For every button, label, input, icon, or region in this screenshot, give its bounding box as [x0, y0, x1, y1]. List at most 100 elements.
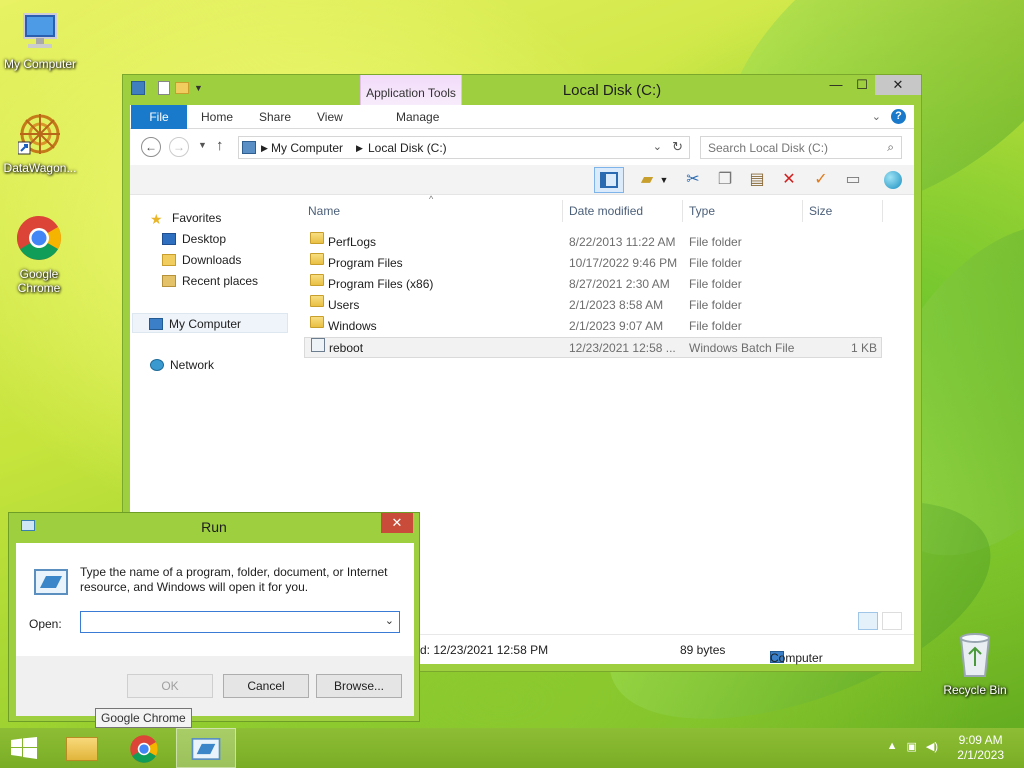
nav-label: Desktop: [182, 232, 227, 246]
file-type: File folder: [689, 256, 742, 270]
taskbar: ▲ ▣ ◀) 9:09 AM 2/1/2023: [0, 728, 1024, 768]
folder-icon: [310, 232, 324, 244]
ok-button[interactable]: OK: [127, 674, 213, 698]
desktop-icon-my-computer[interactable]: My Computer: [0, 10, 80, 71]
run-footer: OK Cancel Browse...: [16, 656, 414, 716]
window-controls: — ☐ ✕: [823, 75, 921, 95]
tab-view[interactable]: View: [317, 105, 343, 129]
chevron-down-icon[interactable]: ⌄: [385, 614, 394, 627]
large-icons-view-button[interactable]: [882, 612, 902, 630]
forward-button[interactable]: →: [169, 137, 189, 157]
file-row[interactable]: Users 2/1/2023 8:58 AM File folder: [304, 295, 882, 316]
open-label: Open:: [29, 617, 62, 631]
file-row-selected[interactable]: reboot 12/23/2021 12:58 ... Windows Batc…: [304, 337, 882, 358]
nav-favorites[interactable]: ★ Favorites: [150, 208, 221, 228]
address-segment-my-computer[interactable]: My Computer: [271, 141, 343, 155]
search-input[interactable]: [701, 137, 871, 158]
tab-manage[interactable]: Manage: [396, 105, 439, 129]
close-button[interactable]: ✕: [875, 75, 921, 95]
open-combobox[interactable]: ⌄: [80, 611, 400, 633]
copy-icon[interactable]: ❐: [714, 169, 736, 191]
nav-network[interactable]: Network: [150, 355, 214, 375]
folder-options-dropdown-icon[interactable]: ▼: [658, 169, 670, 191]
clock[interactable]: 9:09 AM 2/1/2023: [957, 733, 1004, 763]
column-header-size[interactable]: Size: [809, 196, 832, 226]
file-row[interactable]: Windows 2/1/2023 9:07 AM File folder: [304, 316, 882, 337]
preview-pane-button[interactable]: [594, 167, 624, 193]
network-status-icon[interactable]: ▣: [906, 740, 916, 753]
tab-file[interactable]: File: [131, 105, 187, 129]
globe-icon[interactable]: [882, 169, 904, 191]
check-icon[interactable]: ✓: [810, 169, 832, 191]
folder-icon: [310, 274, 324, 286]
desktop-icon-google-chrome[interactable]: Google Chrome: [0, 214, 78, 295]
address-separator-icon[interactable]: ▶: [261, 143, 268, 154]
paste-icon[interactable]: ▤: [746, 169, 768, 191]
details-view-button[interactable]: [858, 612, 878, 630]
maximize-button[interactable]: ☐: [849, 75, 875, 95]
run-close-button[interactable]: ✕: [381, 513, 413, 533]
taskbar-chrome[interactable]: [114, 728, 174, 768]
tab-share[interactable]: Share: [259, 105, 291, 129]
column-separator[interactable]: [802, 200, 803, 222]
refresh-icon[interactable]: ↻: [672, 139, 683, 155]
address-bar[interactable]: ▶ My Computer ▶ Local Disk (C:) ⌄ ↻: [238, 136, 690, 159]
rename-icon[interactable]: ▭: [842, 169, 864, 191]
taskbar-file-explorer[interactable]: [52, 728, 112, 768]
file-date: 12/23/2021 12:58 ...: [569, 341, 676, 355]
nav-label: Downloads: [182, 253, 242, 267]
explorer-titlebar[interactable]: ▼ Local Disk (C:) — ☐ ✕: [123, 75, 921, 105]
run-icon: [191, 738, 221, 760]
address-dropdown-icon[interactable]: ⌄: [653, 140, 662, 153]
nav-downloads[interactable]: Downloads: [162, 250, 241, 270]
start-button[interactable]: [0, 728, 48, 768]
cancel-button[interactable]: Cancel: [223, 674, 309, 698]
computer-icon: [23, 13, 57, 48]
volume-icon[interactable]: ◀): [926, 740, 938, 753]
file-row[interactable]: Program Files (x86) 8/27/2021 2:30 AM Fi…: [304, 274, 882, 295]
file-type: Windows Batch File: [689, 341, 795, 355]
nav-label: Favorites: [172, 211, 222, 225]
column-header-type[interactable]: Type: [689, 196, 715, 226]
file-row[interactable]: Program Files 10/17/2022 9:46 PM File fo…: [304, 253, 882, 274]
column-separator[interactable]: [682, 200, 683, 222]
desktop-icon-recycle-bin[interactable]: Recycle Bin: [935, 632, 1015, 697]
view-buttons: [858, 612, 902, 630]
minimize-button[interactable]: —: [823, 75, 849, 95]
column-separator[interactable]: [562, 200, 563, 222]
file-type: File folder: [689, 319, 742, 333]
column-separator[interactable]: [882, 200, 883, 222]
run-dialog: Run ✕ Type the name of a program, folder…: [8, 512, 420, 722]
application-tools-group: Application Tools: [360, 75, 462, 105]
file-name: Program Files (x86): [328, 277, 434, 291]
search-icon[interactable]: ⌕: [887, 140, 894, 155]
column-header-name[interactable]: Name: [308, 196, 340, 226]
cut-icon[interactable]: ✂: [682, 169, 704, 191]
column-header-date[interactable]: Date modified: [569, 196, 643, 226]
help-icon[interactable]: ?: [891, 109, 906, 124]
file-date: 8/27/2021 2:30 AM: [569, 277, 670, 291]
file-type: File folder: [689, 235, 742, 249]
up-button[interactable]: ↑: [216, 137, 224, 154]
file-explorer-icon: [66, 737, 98, 761]
delete-icon[interactable]: ✕: [778, 169, 800, 191]
nav-my-computer[interactable]: My Computer: [132, 313, 288, 333]
address-separator-icon[interactable]: ▶: [356, 143, 363, 154]
expand-ribbon-icon[interactable]: ⌄: [872, 110, 881, 123]
nav-recent-places[interactable]: Recent places: [162, 271, 258, 291]
recent-locations-icon[interactable]: ▼: [198, 140, 207, 150]
nav-desktop[interactable]: Desktop: [162, 229, 226, 249]
search-box[interactable]: ⌕: [700, 136, 902, 159]
show-hidden-icons-icon[interactable]: ▲: [887, 740, 898, 753]
open-input[interactable]: [81, 612, 371, 632]
taskbar-run[interactable]: [176, 728, 236, 768]
browse-button[interactable]: Browse...: [316, 674, 402, 698]
tab-home[interactable]: Home: [201, 105, 233, 129]
file-row[interactable]: PerfLogs 8/22/2013 11:22 AM File folder: [304, 232, 882, 253]
address-segment-current[interactable]: Local Disk (C:): [368, 141, 447, 155]
ribbon-tabs: File Home Share View Manage ⌄ ?: [130, 105, 914, 129]
back-button[interactable]: ←: [141, 137, 161, 157]
desktop-icon-datawagon[interactable]: DataWagon...: [0, 112, 80, 175]
folder-options-icon[interactable]: ▰: [636, 169, 658, 191]
status-location-label: Computer: [770, 651, 823, 665]
